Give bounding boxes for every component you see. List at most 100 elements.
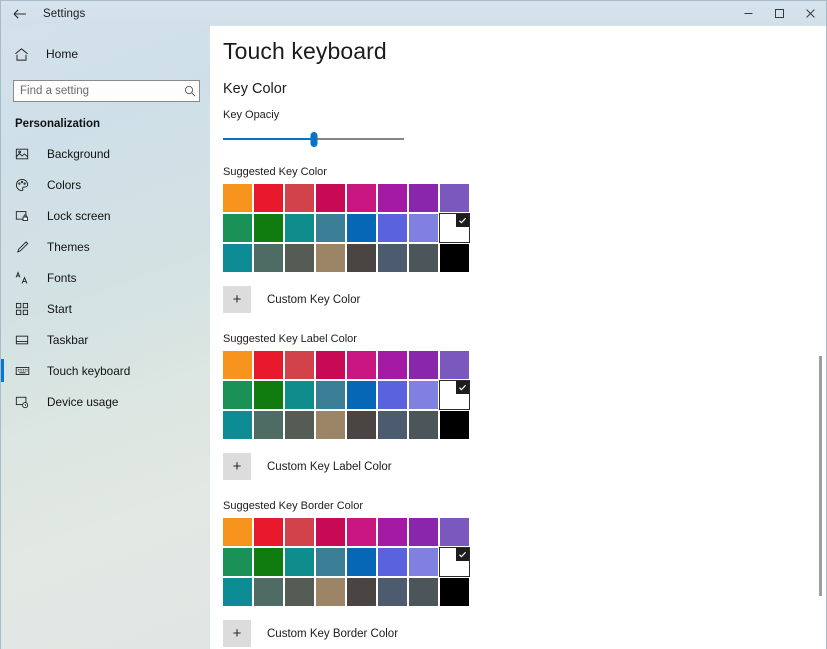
color-swatch[interactable]	[223, 578, 252, 606]
sidebar-item-device-usage[interactable]: Device usage	[1, 386, 210, 417]
color-swatch-selected[interactable]	[439, 380, 470, 410]
color-swatch[interactable]	[223, 518, 252, 546]
search-box[interactable]	[13, 80, 200, 102]
key-opacity-slider[interactable]	[223, 132, 404, 147]
sidebar-item-touch-keyboard[interactable]: Touch keyboard	[1, 355, 210, 386]
color-swatch[interactable]	[223, 548, 252, 576]
custom-key-border-color-row[interactable]: + Custom Key Border Color	[223, 620, 826, 647]
color-swatch[interactable]	[223, 351, 252, 379]
color-swatch[interactable]	[347, 518, 376, 546]
color-swatch[interactable]	[378, 184, 407, 212]
color-swatch[interactable]	[316, 214, 345, 242]
color-swatch[interactable]	[316, 351, 345, 379]
color-swatch[interactable]	[378, 518, 407, 546]
color-swatch[interactable]	[347, 244, 376, 272]
color-swatch[interactable]	[254, 518, 283, 546]
scrollbar-thumb[interactable]	[819, 356, 822, 596]
color-swatch[interactable]	[409, 518, 438, 546]
color-swatch[interactable]	[285, 381, 314, 409]
color-swatch[interactable]	[316, 411, 345, 439]
sidebar-item-fonts[interactable]: Fonts	[1, 262, 210, 293]
custom-key-color-row[interactable]: + Custom Key Color	[223, 286, 826, 313]
color-swatch[interactable]	[409, 244, 438, 272]
color-swatch[interactable]	[347, 381, 376, 409]
color-swatch[interactable]	[440, 351, 469, 379]
color-swatch[interactable]	[285, 184, 314, 212]
palette-icon	[15, 178, 39, 192]
color-swatch[interactable]	[316, 548, 345, 576]
custom-key-label-color-row[interactable]: + Custom Key Label Color	[223, 453, 826, 480]
slider-thumb[interactable]	[310, 132, 317, 147]
color-swatch[interactable]	[254, 351, 283, 379]
color-swatch[interactable]	[347, 214, 376, 242]
color-swatch[interactable]	[409, 381, 438, 409]
search-input[interactable]	[14, 85, 180, 97]
sidebar-item-colors[interactable]: Colors	[1, 169, 210, 200]
sidebar-item-taskbar[interactable]: Taskbar	[1, 324, 210, 355]
color-swatch[interactable]	[347, 411, 376, 439]
color-swatch[interactable]	[347, 578, 376, 606]
color-swatch[interactable]	[223, 381, 252, 409]
sidebar-item-start[interactable]: Start	[1, 293, 210, 324]
color-swatch[interactable]	[285, 411, 314, 439]
maximize-icon[interactable]	[764, 1, 795, 26]
color-swatch[interactable]	[378, 548, 407, 576]
color-swatch[interactable]	[316, 244, 345, 272]
color-swatch[interactable]	[347, 351, 376, 379]
color-swatch[interactable]	[223, 411, 252, 439]
color-swatch[interactable]	[254, 411, 283, 439]
back-arrow-icon[interactable]	[1, 1, 39, 26]
color-swatch[interactable]	[409, 548, 438, 576]
minimize-icon[interactable]	[733, 1, 764, 26]
color-swatch[interactable]	[285, 548, 314, 576]
color-swatch[interactable]	[378, 214, 407, 242]
color-swatch[interactable]	[378, 578, 407, 606]
color-swatch[interactable]	[440, 244, 469, 272]
color-swatch[interactable]	[440, 184, 469, 212]
color-swatch[interactable]	[347, 184, 376, 212]
color-swatch[interactable]	[347, 548, 376, 576]
slider-fill	[223, 138, 314, 140]
color-swatch[interactable]	[316, 518, 345, 546]
color-swatch[interactable]	[316, 184, 345, 212]
color-swatch[interactable]	[440, 518, 469, 546]
color-swatch[interactable]	[409, 214, 438, 242]
color-swatch[interactable]	[409, 578, 438, 606]
color-swatch[interactable]	[440, 411, 469, 439]
color-swatch[interactable]	[409, 184, 438, 212]
color-swatch[interactable]	[378, 411, 407, 439]
color-swatch[interactable]	[285, 518, 314, 546]
vertical-scrollbar[interactable]	[816, 26, 826, 649]
plus-icon[interactable]: +	[223, 286, 251, 313]
color-swatch[interactable]	[254, 214, 283, 242]
color-swatch[interactable]	[316, 381, 345, 409]
sidebar-item-background[interactable]: Background	[1, 138, 210, 169]
color-swatch[interactable]	[409, 351, 438, 379]
sidebar-item-home[interactable]: Home	[1, 36, 210, 72]
color-swatch[interactable]	[285, 351, 314, 379]
color-swatch[interactable]	[285, 214, 314, 242]
color-swatch[interactable]	[378, 244, 407, 272]
color-swatch[interactable]	[378, 351, 407, 379]
color-swatch[interactable]	[285, 578, 314, 606]
sidebar-item-lock-screen[interactable]: Lock screen	[1, 200, 210, 231]
color-swatch[interactable]	[254, 244, 283, 272]
color-swatch[interactable]	[409, 411, 438, 439]
color-swatch[interactable]	[285, 244, 314, 272]
color-swatch[interactable]	[254, 578, 283, 606]
color-swatch[interactable]	[223, 244, 252, 272]
color-swatch[interactable]	[254, 548, 283, 576]
sidebar-item-themes[interactable]: Themes	[1, 231, 210, 262]
plus-icon[interactable]: +	[223, 620, 251, 647]
color-swatch[interactable]	[316, 578, 345, 606]
color-swatch[interactable]	[378, 381, 407, 409]
color-swatch[interactable]	[254, 381, 283, 409]
color-swatch-selected[interactable]	[439, 213, 470, 243]
color-swatch[interactable]	[223, 184, 252, 212]
color-swatch-selected[interactable]	[439, 547, 470, 577]
plus-icon[interactable]: +	[223, 453, 251, 480]
color-swatch[interactable]	[223, 214, 252, 242]
close-icon[interactable]	[795, 1, 826, 26]
color-swatch[interactable]	[254, 184, 283, 212]
color-swatch[interactable]	[440, 578, 469, 606]
